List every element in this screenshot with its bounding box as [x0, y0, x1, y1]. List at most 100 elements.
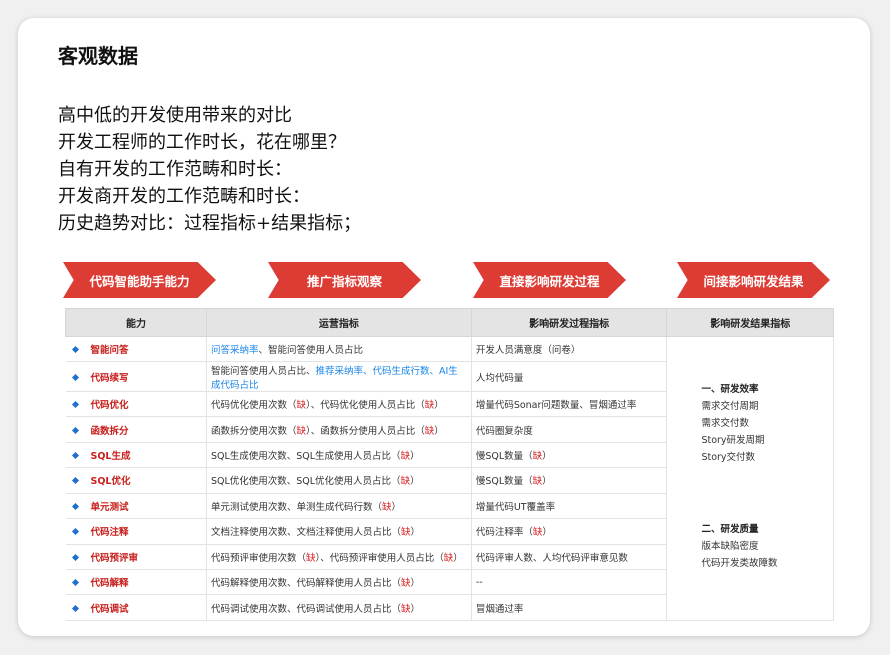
bullet-diamond-icon [71, 401, 79, 409]
capability-cell: 代码续写 [65, 361, 207, 392]
capability-cell: 代码注释 [65, 518, 207, 545]
bullet-diamond-icon [71, 604, 79, 612]
text-segment: 开发人员满意度（问卷） [475, 345, 581, 357]
missing-marker: 缺 [400, 476, 411, 488]
text-segment: 冒烟通过率 [475, 603, 524, 615]
bullet-diamond-icon [71, 426, 79, 434]
text-segment: ） [410, 578, 420, 590]
process-metric-cell: 增量代码Sonar问题数量、冒烟通过率 [471, 391, 668, 418]
text-segment: ） [410, 603, 420, 615]
text-segment: ） [434, 400, 444, 412]
process-metric-cell: 慢SQL数量（缺） [471, 467, 668, 494]
capability-label: SQL优化 [90, 476, 131, 488]
text-segment: ） [542, 451, 552, 463]
text-segment: ） [542, 527, 552, 539]
capability-cell: SQL生成 [65, 442, 207, 469]
result-section-heading: 二、研发质量 [701, 524, 759, 535]
text-segment: 代码解释使用次数、代码解释使用人员占比（ [210, 578, 401, 590]
capability-cell: 代码优化 [65, 391, 207, 418]
result-item: 版本缺陷密度 [701, 541, 759, 552]
process-metric-cell: 人均代码量 [471, 361, 668, 392]
capability-label: 智能问答 [90, 345, 129, 357]
process-metric-cell: 代码注释率（缺） [471, 518, 668, 545]
col-header-capability: 能力 [65, 308, 207, 337]
process-metric-cell: 冒烟通过率 [471, 594, 668, 621]
process-metric-cell: 代码圈复杂度 [471, 416, 668, 443]
process-metric-cell: 代码评审人数、人均代码评审意见数 [471, 544, 668, 571]
capability-cell: 函数拆分 [65, 416, 207, 443]
bullet-diamond-icon [71, 553, 79, 561]
text-segment: 慢SQL数量（ [475, 451, 533, 463]
text-segment: ）、代码优化使用人员占比（ [305, 400, 425, 412]
ops-metric-cell: 代码预评审使用次数（缺）、代码预评审使用人员占比（缺） [206, 544, 472, 571]
capability-label: 代码优化 [90, 400, 129, 412]
result-section: 二、研发质量 版本缺陷密度代码开发类故障数 [701, 521, 777, 572]
capability-label: SQL生成 [90, 451, 131, 463]
text-segment: 、智能问答使用人员占比 [258, 345, 363, 357]
bullet-diamond-icon [71, 452, 79, 460]
ops-metric-cell: 代码调试使用次数、代码调试使用人员占比（缺） [206, 594, 472, 621]
text-segment: 代码注释率（ [475, 527, 533, 539]
page-title: 客观数据 [58, 44, 138, 68]
summary-line: 开发商开发的工作范畴和时长： [58, 186, 310, 207]
ops-metric-cell: 问答采纳率、智能问答使用人员占比 [206, 336, 472, 363]
process-metric-cell: 增量代码UT覆盖率 [471, 493, 668, 520]
bullet-diamond-icon [71, 502, 79, 510]
capability-label: 函数拆分 [90, 425, 129, 437]
text-segment: ） [453, 552, 463, 564]
ops-metric-cell: 代码优化使用次数（缺）、代码优化使用人员占比（缺） [206, 391, 472, 418]
capability-cell: 单元测试 [65, 493, 207, 520]
capability-label: 代码调试 [90, 603, 129, 615]
capability-cell: 代码解释 [65, 569, 207, 596]
col-header-process: 影响研发过程指标 [470, 308, 668, 337]
result-item: 需求交付周期 [701, 401, 759, 412]
text-segment: ） [410, 527, 420, 539]
col-header-ops: 运营指标 [205, 308, 472, 337]
process-metric-cell: -- [471, 569, 668, 596]
text-segment: 代码优化使用次数（ [210, 400, 297, 412]
arrow-process: 直接影响研发过程 [473, 262, 626, 298]
summary-line: 开发工程师的工作时长，花在哪里？ [58, 132, 346, 153]
missing-marker: 缺 [296, 425, 306, 437]
result-section: 一、研发效率 需求交付周期 需求交付数 Story研发周期 Story交付数 [701, 381, 764, 466]
text-segment: ） [391, 501, 401, 513]
capability-cell: 代码调试 [65, 594, 207, 621]
text-segment: ）、函数拆分使用人员占比（ [305, 425, 425, 437]
ops-metric-cell: 代码解释使用次数、代码解释使用人员占比（缺） [206, 569, 472, 596]
ops-metric-cell: 单元测试使用次数、单测生成代码行数（缺） [206, 493, 472, 520]
summary-lines: 高中低的开发使用带来的对比 开发工程师的工作时长，花在哪里？ 自有开发的工作范畴… [58, 102, 361, 237]
result-item: 代码开发类故障数 [701, 558, 778, 569]
ops-metric-cell: SQL优化使用次数、SQL优化使用人员占比（缺） [206, 467, 472, 494]
missing-marker: 缺 [532, 451, 543, 463]
arrow-capability: 代码智能助手能力 [63, 262, 216, 298]
process-metric-cell: 慢SQL数量（缺） [471, 442, 668, 469]
text-segment: 增量代码Sonar问题数量、冒烟通过率 [475, 400, 637, 412]
text-segment: ） [434, 425, 444, 437]
bullet-diamond-icon [71, 528, 79, 536]
summary-line: 自有开发的工作范畴和时长： [58, 159, 292, 180]
col-header-result: 影响研发结果指标 [666, 308, 834, 337]
arrow-promotion: 推广指标观察 [268, 262, 421, 298]
missing-marker: 缺 [400, 451, 411, 463]
result-item: Story研发周期 [701, 435, 765, 446]
capability-label: 代码预评审 [90, 552, 139, 564]
bullet-diamond-icon [71, 579, 79, 587]
ops-metric-cell: 智能问答使用人员占比、推荐采纳率、代码生成行数、AI生成代码占比 [206, 361, 472, 392]
result-item: Story交付数 [701, 452, 756, 463]
result-item: 需求交付数 [701, 418, 749, 429]
capability-cell: SQL优化 [65, 467, 207, 494]
summary-line: 历史趋势对比：过程指标+结果指标； [58, 213, 362, 234]
capability-label: 代码续写 [90, 372, 129, 384]
missing-marker: 缺 [443, 552, 454, 564]
result-metric-cell: 一、研发效率 需求交付周期 需求交付数 Story研发周期 Story交付数 二、研发质量… [666, 336, 834, 621]
bullet-diamond-icon [71, 373, 79, 381]
bullet-diamond-icon [71, 477, 79, 485]
capability-cell: 代码预评审 [65, 544, 207, 571]
missing-marker: 缺 [424, 425, 435, 437]
slide-card: 客观数据 高中低的开发使用带来的对比 开发工程师的工作时长，花在哪里？ 自有开发… [18, 18, 870, 636]
table-row: 智能问答 问答采纳率、智能问答使用人员占比 开发人员满意度（问卷） 一、研发效率 需求交… [65, 336, 834, 621]
capability-label: 代码注释 [90, 527, 129, 539]
text-segment: ） [542, 476, 552, 488]
text-segment: 单元测试使用次数、单测生成代码行数（ [210, 501, 382, 513]
missing-marker: 缺 [296, 400, 306, 412]
